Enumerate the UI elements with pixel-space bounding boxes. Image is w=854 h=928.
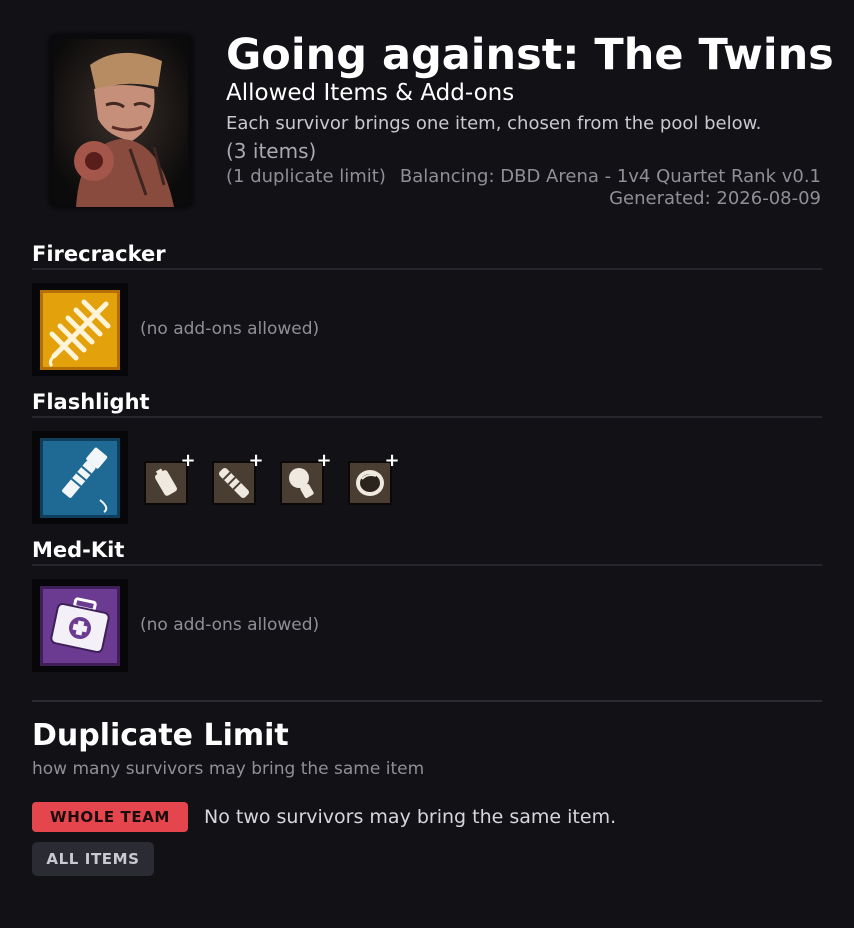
plus-icon: +	[180, 450, 196, 471]
page-description: Each survivor brings one item, chosen fr…	[226, 113, 762, 134]
plus-icon: +	[384, 450, 400, 471]
item-count: (3 items)	[226, 139, 317, 163]
page-title: Going against: The Twins	[226, 30, 834, 80]
killer-portrait	[50, 35, 192, 207]
duplicate-limit-subtitle: how many survivors may bring the same it…	[32, 759, 425, 779]
page-subtitle: Allowed Items & Add-ons	[226, 80, 515, 106]
medkit-icon	[40, 585, 120, 666]
killer-portrait-icon	[54, 39, 188, 207]
item-section-title: Firecracker	[32, 240, 822, 270]
item-section-firecracker: Firecracker (no add-ons allowed)	[32, 240, 822, 388]
item-icon-medkit[interactable]	[32, 579, 128, 672]
generated-date: Generated: 2026-08-09	[609, 188, 821, 209]
item-section-title: Med-Kit	[32, 536, 822, 566]
header: Going against: The Twins Allowed Items &…	[0, 0, 854, 230]
item-icon-firecracker[interactable]	[32, 283, 128, 376]
whole-team-badge: WHOLE TEAM	[32, 802, 188, 832]
firecracker-icon	[40, 289, 120, 370]
no-addons-label: (no add-ons allowed)	[140, 319, 320, 339]
duplicate-limit-title: Duplicate Limit	[32, 718, 289, 753]
duplicate-limit-note: (1 duplicate limit)	[226, 166, 386, 187]
flashlight-icon	[40, 437, 120, 518]
divider	[32, 700, 822, 702]
item-section-title: Flashlight	[32, 388, 822, 418]
addon-battery[interactable]: +	[144, 450, 196, 505]
balancing-label: Balancing: DBD Arena - 1v4 Quartet Rank …	[399, 166, 821, 187]
item-section-flashlight: Flashlight + + + +	[32, 388, 822, 536]
addon-bulb[interactable]: +	[280, 450, 332, 505]
plus-icon: +	[316, 450, 332, 471]
duplicate-rule-text: No two survivors may bring the same item…	[204, 806, 617, 828]
item-icon-flashlight[interactable]	[32, 431, 128, 524]
addon-grip[interactable]: +	[212, 450, 264, 505]
all-items-badge: ALL ITEMS	[32, 842, 154, 876]
item-section-medkit: Med-Kit (no add-ons allowed)	[32, 536, 822, 684]
addon-lens[interactable]: +	[348, 450, 400, 505]
no-addons-label: (no add-ons allowed)	[140, 615, 320, 635]
plus-icon: +	[248, 450, 264, 471]
